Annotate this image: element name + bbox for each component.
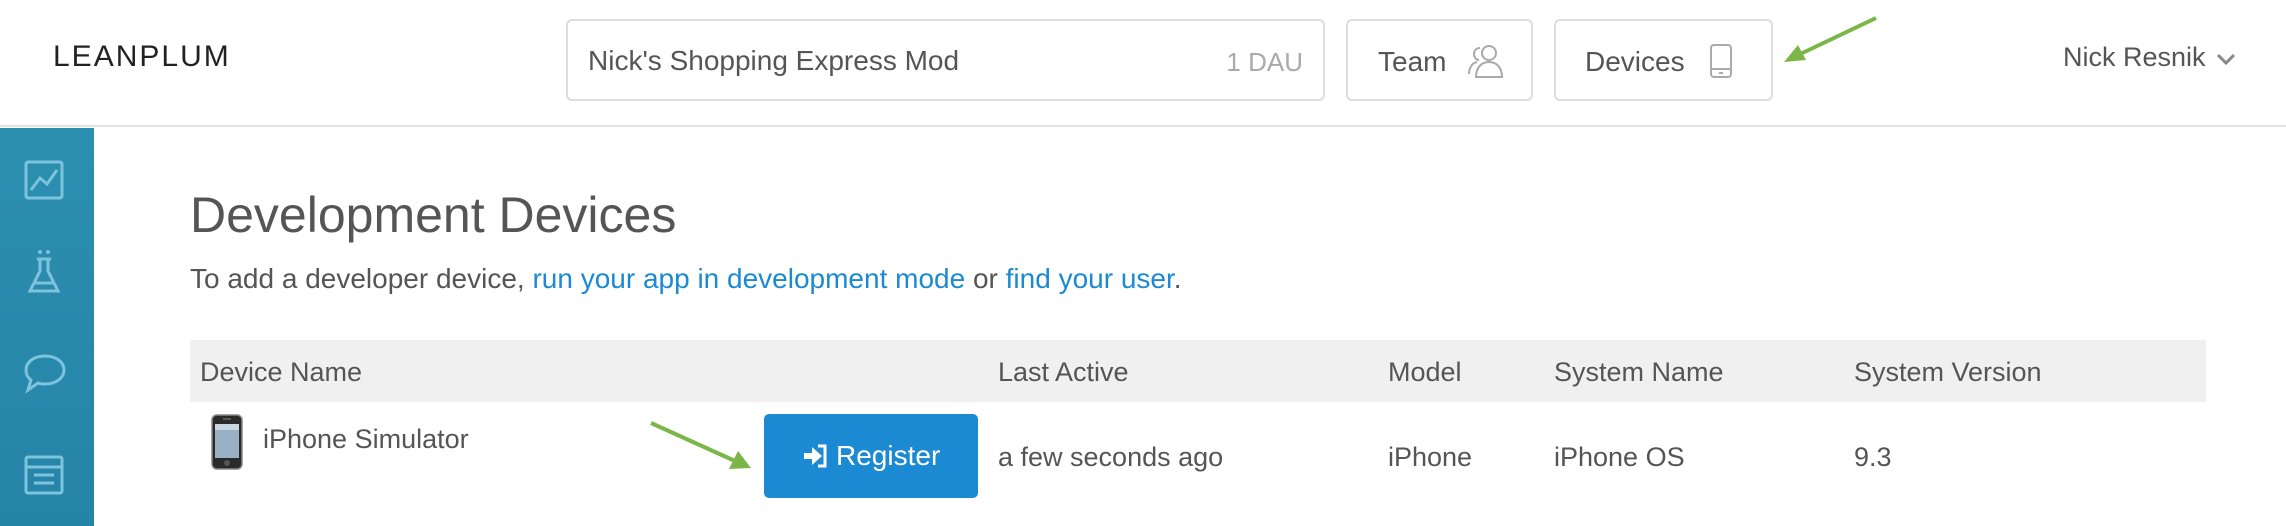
find-user-link[interactable]: find your user	[1006, 263, 1174, 294]
app-dau-count: 1 DAU	[1226, 47, 1303, 77]
register-button-content: Register	[802, 440, 940, 472]
messaging-chat-icon	[24, 354, 66, 394]
page-subtitle: To add a developer device, run your app …	[190, 263, 1182, 295]
chevron-down-icon	[2216, 53, 2235, 65]
device-name-cell: iPhone Simulator	[263, 424, 469, 454]
team-users-icon	[1466, 43, 1506, 84]
leanplum-logo[interactable]: LEANPLUM	[53, 40, 231, 74]
analytics-icon	[24, 160, 64, 200]
sidebar-item-content[interactable]	[20, 451, 70, 501]
sidebar-item-messaging[interactable]	[20, 348, 70, 398]
app-selector[interactable]: Nick's Shopping Express Mod 1 DAU	[566, 19, 1325, 101]
mobile-device-icon	[1708, 43, 1734, 84]
top-header: LEANPLUM Nick's Shopping Express Mod 1 D…	[0, 0, 2286, 127]
sidebar-item-ab-tests[interactable]	[20, 247, 70, 297]
table-row: iPhone Simulator Register a few seconds …	[190, 340, 2206, 498]
sidebar-item-analytics[interactable]	[20, 156, 70, 206]
iphone-device-icon	[211, 414, 243, 470]
register-button-label: Register	[836, 440, 941, 471]
user-menu[interactable]: Nick Resnik	[2063, 42, 2236, 73]
devices-button[interactable]: Devices	[1554, 19, 1773, 101]
team-button-label: Team	[1378, 46, 1447, 77]
page-title: Development Devices	[190, 187, 677, 243]
app-name: Nick's Shopping Express Mod	[588, 45, 960, 76]
team-button[interactable]: Team	[1346, 19, 1533, 101]
subtitle-prefix: To add a developer device,	[190, 263, 533, 294]
ab-test-flask-icon	[27, 250, 61, 293]
sign-in-icon	[804, 444, 827, 468]
sidebar	[0, 128, 94, 526]
last-active-cell: a few seconds ago	[998, 442, 1224, 472]
user-name: Nick Resnik	[2063, 42, 2206, 72]
devices-button-label: Devices	[1585, 46, 1685, 77]
content-layout-icon	[24, 455, 64, 495]
subtitle-middle: or	[965, 263, 1006, 294]
system-name-cell: iPhone OS	[1554, 442, 1685, 472]
register-button[interactable]: Register	[764, 414, 978, 498]
model-cell: iPhone	[1388, 442, 1473, 472]
annotation-arrow-register	[650, 421, 751, 469]
annotation-arrow-devices	[1784, 16, 1877, 62]
dev-mode-link[interactable]: run your app in development mode	[532, 263, 965, 294]
system-version-cell: 9.3	[1854, 442, 1892, 472]
subtitle-suffix: .	[1173, 263, 1182, 294]
